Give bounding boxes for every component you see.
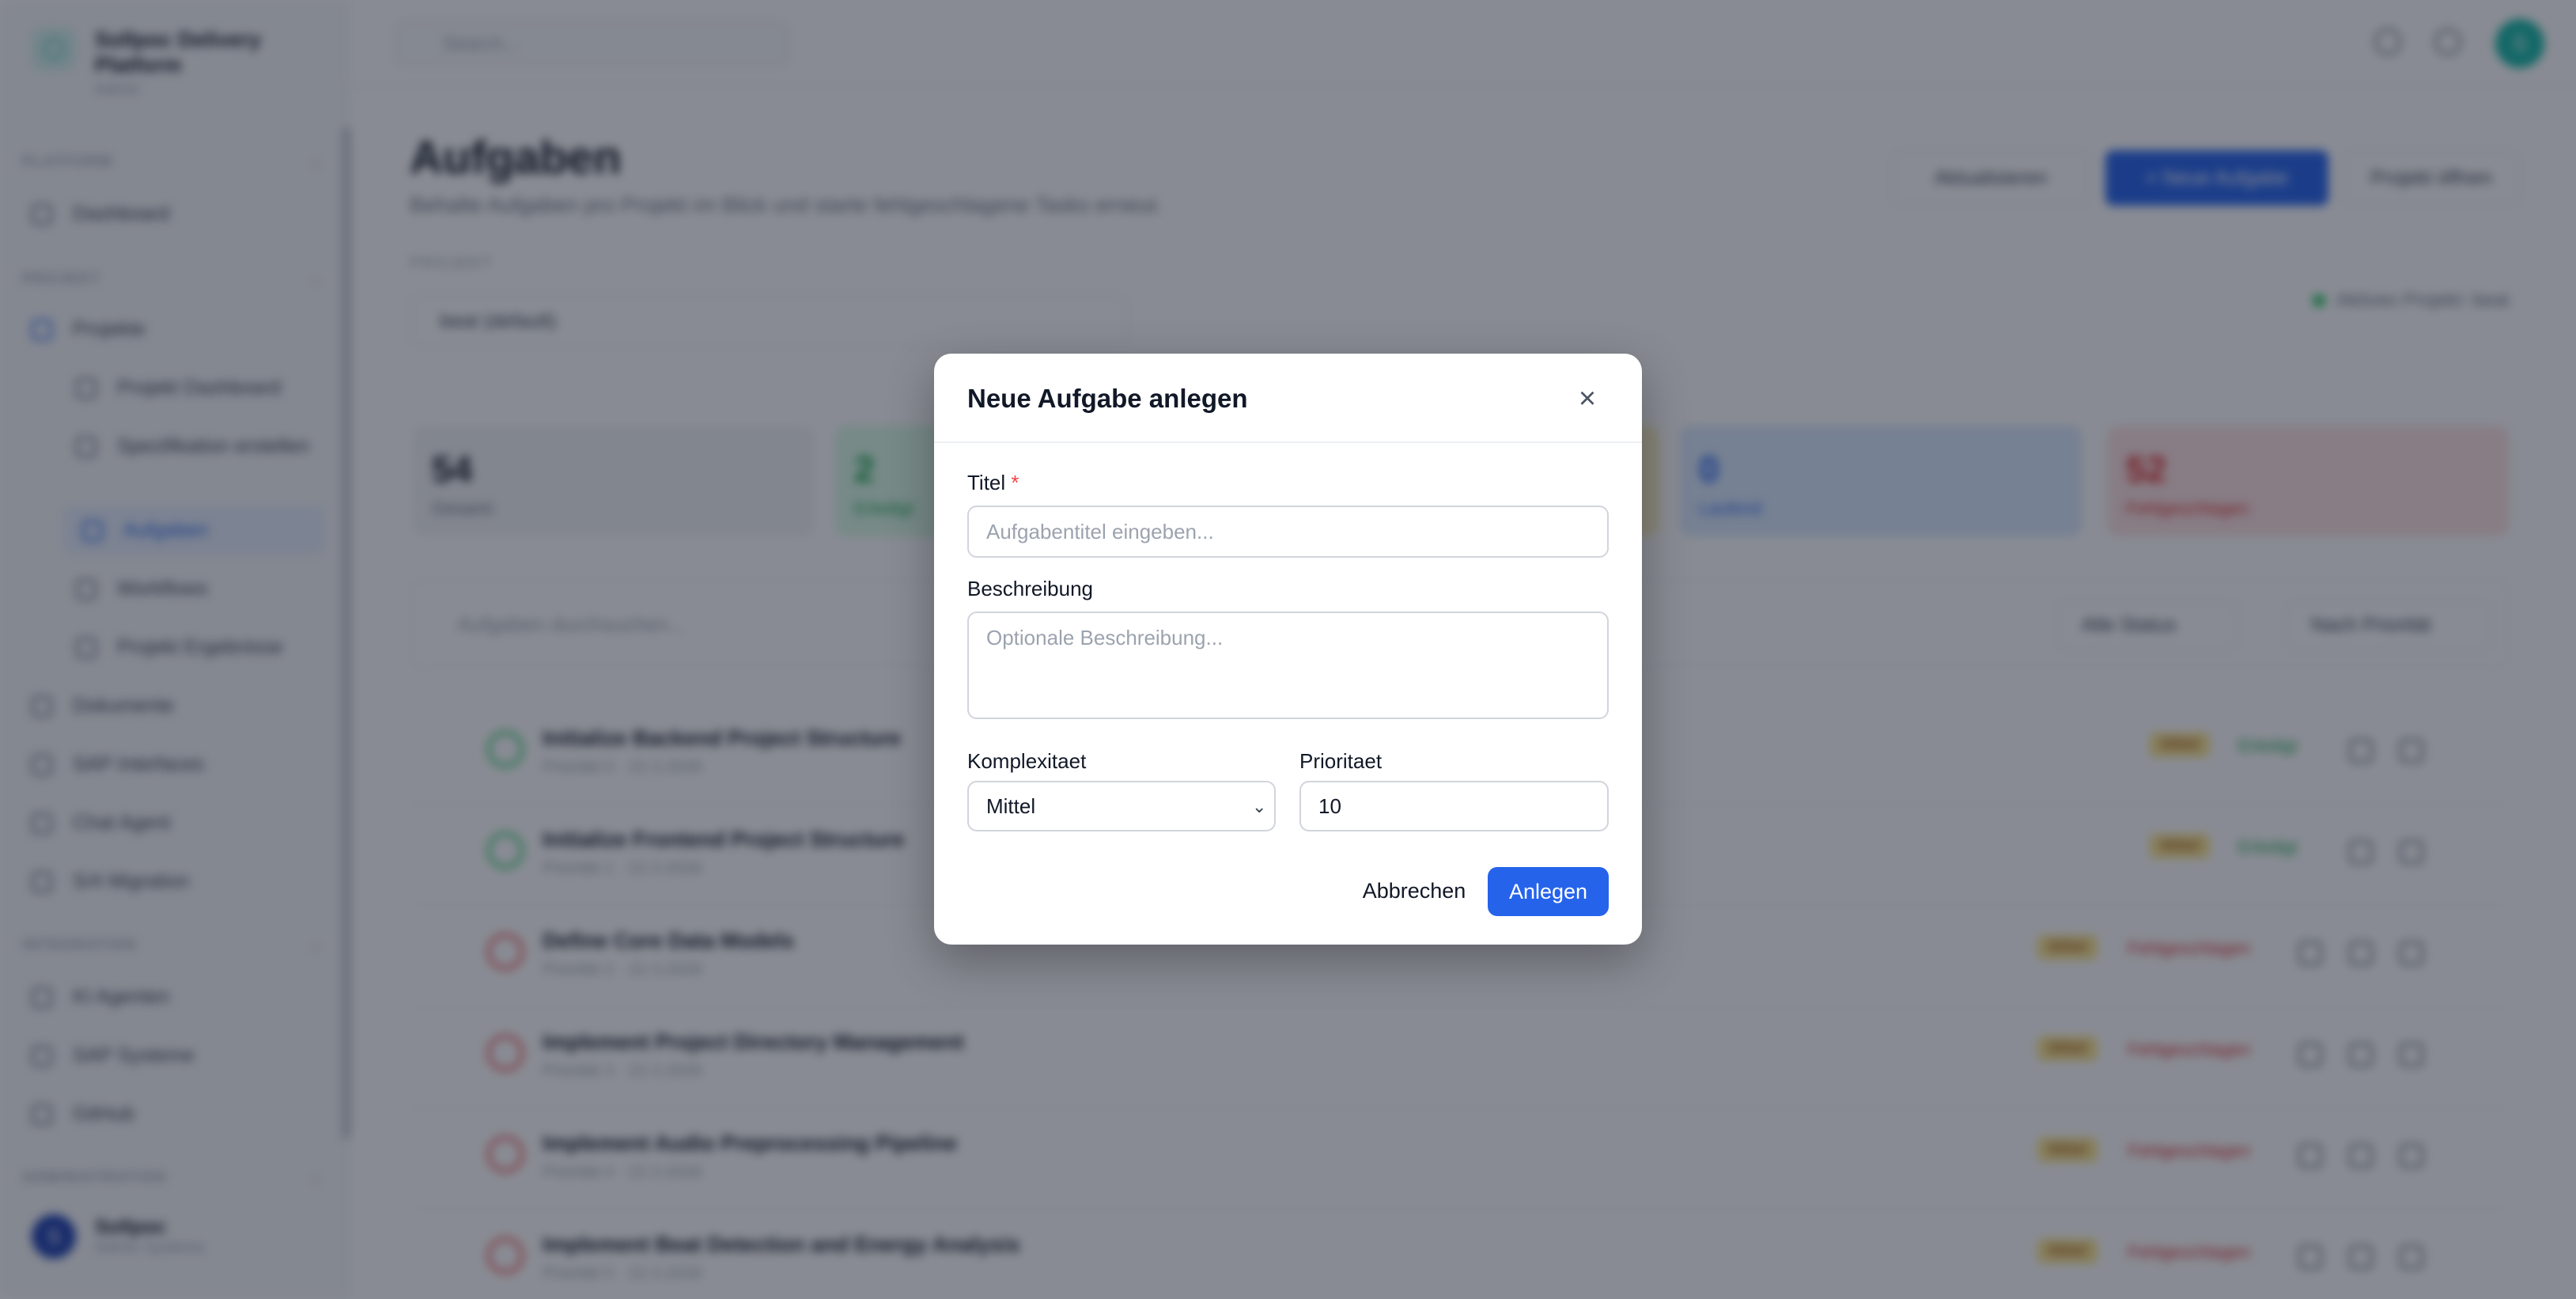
dialog-title: Neue Aufgabe anlegen	[967, 384, 1248, 413]
complexity-field-label: Komplexitaet	[967, 749, 1087, 773]
cancel-button[interactable]: Abbrechen	[1331, 866, 1497, 915]
description-input[interactable]	[967, 612, 1609, 719]
close-icon[interactable]: ×	[1572, 384, 1603, 415]
new-task-dialog: Neue Aufgabe anlegen × Titel * Beschreib…	[934, 354, 1642, 945]
title-input[interactable]	[967, 506, 1609, 558]
title-field-label: Titel *	[967, 471, 1019, 494]
dialog-header: Neue Aufgabe anlegen ×	[934, 354, 1642, 443]
description-field-label: Beschreibung	[967, 577, 1093, 600]
create-button[interactable]: Anlegen	[1488, 867, 1609, 916]
complexity-select[interactable]: Mittel	[967, 781, 1276, 831]
required-mark: *	[1011, 471, 1019, 494]
priority-input[interactable]	[1299, 781, 1609, 831]
priority-field-label: Prioritaet	[1299, 749, 1383, 773]
